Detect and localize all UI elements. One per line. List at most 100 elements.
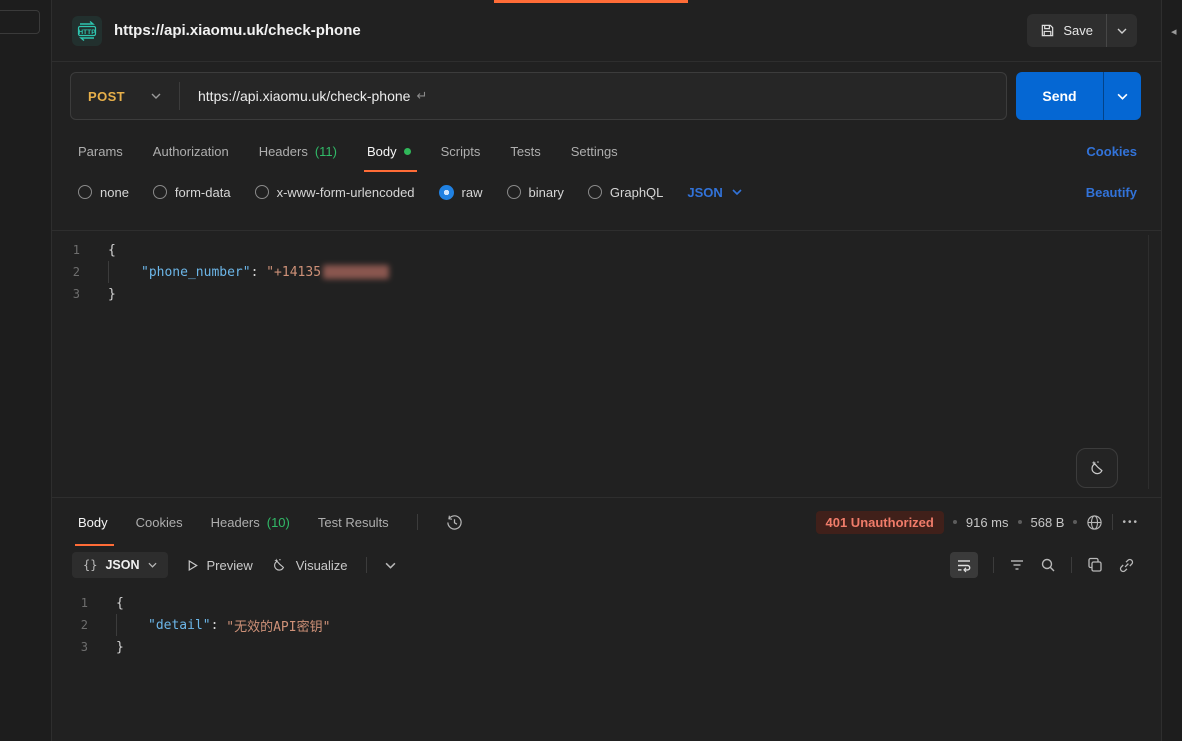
send-split-button: Send — [1016, 72, 1141, 120]
network-info-button[interactable] — [1086, 514, 1103, 531]
beautify-link[interactable]: Beautify — [1086, 185, 1137, 200]
mode-graphql[interactable]: GraphQL — [588, 185, 663, 200]
preview-button[interactable]: Preview — [186, 558, 253, 573]
line-number: 1 — [52, 596, 116, 610]
tab-body[interactable]: Body — [367, 130, 411, 172]
radio-icon — [588, 185, 602, 199]
save-icon — [1040, 23, 1055, 38]
response-body-editor[interactable]: 1 { 2 "detail": "无效的API密钥" 3 } — [52, 584, 1161, 741]
right-sidebar-rail: ◂ — [1161, 0, 1182, 741]
braces-icon: {} — [83, 558, 97, 572]
line-number: 3 — [52, 287, 108, 301]
tab-settings[interactable]: Settings — [571, 130, 618, 172]
tab-tests[interactable]: Tests — [510, 130, 540, 172]
redacted-phone-blur — [323, 265, 389, 279]
request-header-bar: HTTP https://api.xiaomu.uk/check-phone S… — [52, 0, 1161, 62]
main-panel: HTTP https://api.xiaomu.uk/check-phone S… — [52, 0, 1161, 741]
radio-selected-icon — [439, 185, 454, 200]
radio-icon — [153, 185, 167, 199]
mode-x-www-form-urlencoded[interactable]: x-www-form-urlencoded — [255, 185, 415, 200]
method-chevron-down-icon[interactable] — [125, 93, 179, 99]
response-tab-body[interactable]: Body — [78, 498, 108, 546]
postbot-button[interactable] — [1076, 448, 1118, 488]
code-line: 1 { — [52, 592, 1161, 614]
method-selector-value[interactable]: POST — [71, 89, 125, 104]
line-number: 2 — [52, 618, 116, 632]
mode-form-data[interactable]: form-data — [153, 185, 231, 200]
collapsed-panel-arrow-icon[interactable]: ◂ — [1171, 25, 1177, 38]
chevron-down-icon — [148, 562, 157, 568]
response-history-button[interactable] — [446, 514, 463, 531]
visualize-button[interactable]: Visualize — [271, 557, 348, 574]
save-button[interactable]: Save — [1027, 14, 1106, 47]
code-line: 3 } — [52, 283, 1161, 305]
divider — [1112, 514, 1113, 530]
send-options-caret[interactable] — [1104, 72, 1141, 120]
send-button[interactable]: Send — [1016, 72, 1103, 120]
mode-raw[interactable]: raw — [439, 185, 483, 200]
copy-button[interactable] — [1087, 557, 1103, 573]
link-button[interactable] — [1118, 557, 1135, 574]
search-button[interactable] — [1040, 557, 1056, 573]
request-url-row: POST https://api.xiaomu.uk/check-phone ↵… — [52, 62, 1161, 130]
save-options-caret[interactable] — [1107, 14, 1137, 47]
search-icon — [1040, 557, 1056, 573]
response-more-menu[interactable]: ••• — [1122, 517, 1139, 528]
cookies-link[interactable]: Cookies — [1086, 144, 1137, 159]
divider — [1071, 557, 1072, 573]
sidebar-partial-item[interactable] — [0, 10, 40, 34]
response-format-dropdown[interactable]: {} JSON — [72, 552, 168, 578]
mode-binary[interactable]: binary — [507, 185, 564, 200]
request-body-editor[interactable]: 1 { 2 "phone_number": "+14135 3 } — [52, 230, 1161, 497]
divider — [366, 557, 367, 573]
copy-icon — [1087, 557, 1103, 573]
sparkle-orb-icon — [271, 557, 288, 574]
wrap-text-button[interactable] — [950, 552, 978, 578]
globe-icon — [1086, 514, 1103, 531]
raw-format-dropdown[interactable]: JSON — [687, 185, 741, 200]
status-code-badge[interactable]: 401 Unauthorized — [816, 511, 944, 534]
line-number: 2 — [52, 265, 108, 279]
separator-dot — [953, 520, 957, 524]
chevron-down-icon — [732, 189, 742, 195]
divider — [993, 557, 994, 573]
response-headers-count-badge: (10) — [267, 515, 290, 530]
tab-scripts[interactable]: Scripts — [441, 130, 481, 172]
request-title: https://api.xiaomu.uk/check-phone — [114, 22, 361, 39]
radio-icon — [507, 185, 521, 199]
response-size[interactable]: 568 B — [1031, 515, 1065, 530]
separator-dot — [1018, 520, 1022, 524]
response-tab-headers[interactable]: Headers (10) — [211, 498, 290, 546]
editor-scrollbar-track[interactable] — [1148, 235, 1149, 489]
response-tab-test-results[interactable]: Test Results — [318, 498, 389, 546]
enter-hint-icon: ↵ — [416, 88, 427, 104]
mode-none[interactable]: none — [78, 185, 129, 200]
code-line: 3 } — [52, 636, 1161, 658]
response-status-group: 401 Unauthorized 916 ms 568 B — [816, 511, 1140, 534]
response-time[interactable]: 916 ms — [966, 515, 1009, 530]
save-split-button: Save — [1027, 14, 1137, 47]
tab-headers[interactable]: Headers (11) — [259, 130, 337, 172]
response-tab-cookies[interactable]: Cookies — [136, 498, 183, 546]
code-line: 2 "phone_number": "+14135 — [52, 261, 1161, 283]
body-modified-dot — [404, 148, 411, 155]
sparkle-orb-icon — [1088, 459, 1107, 478]
url-input[interactable]: https://api.xiaomu.uk/check-phone — [180, 88, 410, 104]
code-line: 2 "detail": "无效的API密钥" — [52, 614, 1161, 636]
radio-icon — [255, 185, 269, 199]
filter-button[interactable] — [1009, 557, 1025, 573]
visualize-options-caret[interactable] — [385, 562, 396, 569]
tab-params[interactable]: Params — [78, 130, 123, 172]
line-number: 3 — [52, 640, 116, 654]
tab-authorization[interactable]: Authorization — [153, 130, 229, 172]
response-editor-actions — [950, 552, 1135, 578]
response-tabs-row: Body Cookies Headers (10) Test Results 4… — [52, 498, 1161, 546]
request-tabs: Params Authorization Headers (11) Body S… — [52, 130, 1161, 172]
wrap-text-icon — [956, 557, 972, 573]
history-clock-icon — [446, 514, 463, 531]
headers-count-badge: (11) — [315, 144, 337, 159]
response-section: Body Cookies Headers (10) Test Results 4… — [52, 497, 1161, 741]
chevron-down-icon — [1117, 28, 1127, 34]
play-triangle-icon — [186, 559, 199, 572]
indent-guide — [108, 261, 141, 283]
